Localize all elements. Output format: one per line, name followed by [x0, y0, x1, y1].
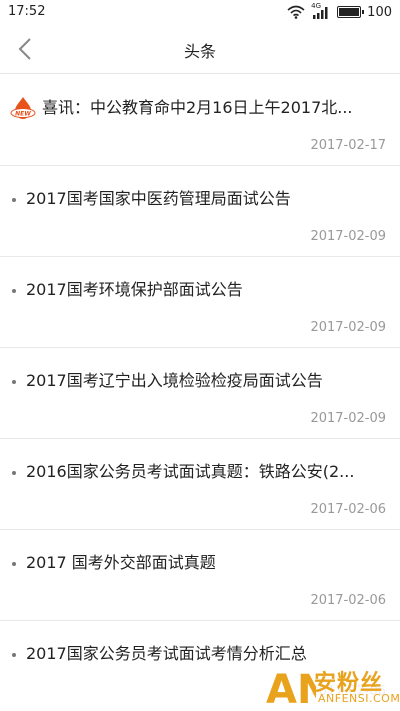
news-item[interactable]: 2017国考辽宁出入境检验检疫局面试公告 2017-02-09 [0, 348, 400, 439]
news-item[interactable]: 2017国考环境保护部面试公告 2017-02-09 [0, 257, 400, 348]
news-title: 喜讯：中公教育命中2月16日上午2017北... [42, 98, 353, 117]
news-date: 2017-02-09 [310, 229, 386, 244]
news-item[interactable]: 2017 国考外交部面试真题 2017-02-06 [0, 530, 400, 621]
bullet-icon [12, 471, 16, 475]
bullet-icon [12, 653, 16, 657]
status-icons: 4G 100 [287, 2, 392, 21]
watermark-logo: AN [266, 667, 316, 709]
news-title: 2017国考辽宁出入境检验检疫局面试公告 [26, 371, 323, 390]
status-bar: 17:52 4G 100 [0, 0, 400, 24]
watermark-en-text: ANFENSI.COM [318, 692, 400, 705]
news-date: 2017-02-06 [310, 502, 386, 517]
new-badge-text: NEW [15, 111, 31, 118]
news-title: 2016国家公务员考试面试真题：铁路公安(2... [26, 462, 355, 481]
battery-fill [339, 8, 360, 16]
new-badge-icon: NEW [10, 97, 36, 119]
news-item[interactable]: 2017国考国家中医药管理局面试公告 2017-02-09 [0, 166, 400, 257]
news-title: 2017国考国家中医药管理局面试公告 [26, 189, 291, 208]
bullet-icon [12, 562, 16, 566]
watermark-logo-text: AN [266, 667, 316, 709]
status-time: 17:52 [8, 4, 46, 19]
bullet-icon [12, 289, 16, 293]
news-title: 2017国家公务员考试面试考情分析汇总 [26, 644, 307, 663]
site-watermark: AN 安粉丝 ANFENSI.COM [262, 663, 400, 709]
news-list: NEW 喜讯：中公教育命中2月16日上午2017北... 2017-02-17 … [0, 75, 400, 711]
signal-icon: 4G [311, 2, 331, 19]
nav-bar: 头条 [0, 24, 400, 74]
news-date: 2017-02-06 [310, 593, 386, 608]
bullet-icon [12, 198, 16, 202]
wifi-icon [287, 5, 305, 19]
news-title: 2017国考环境保护部面试公告 [26, 280, 243, 299]
news-date: 2017-02-17 [310, 138, 386, 153]
news-title: 2017 国考外交部面试真题 [26, 553, 216, 572]
news-date: 2017-02-09 [310, 411, 386, 426]
battery-icon [337, 6, 365, 18]
news-item[interactable]: NEW 喜讯：中公教育命中2月16日上午2017北... 2017-02-17 [0, 75, 400, 166]
page-title: 头条 [183, 42, 216, 61]
news-date: 2017-02-09 [310, 320, 386, 335]
news-item[interactable]: 2016国家公务员考试面试真题：铁路公安(2... 2017-02-06 [0, 439, 400, 530]
battery-percent: 100 [367, 4, 392, 20]
bullet-icon [12, 380, 16, 384]
